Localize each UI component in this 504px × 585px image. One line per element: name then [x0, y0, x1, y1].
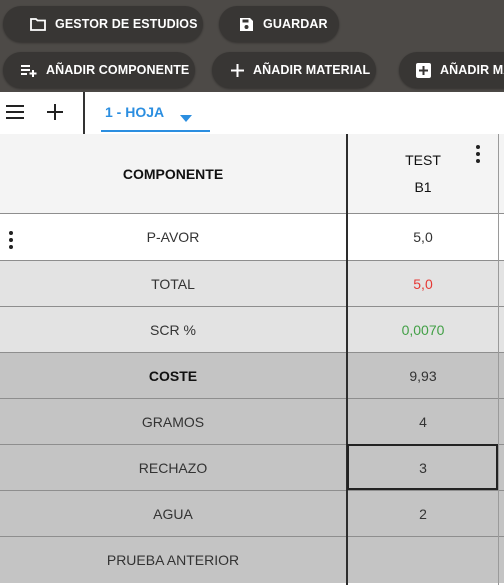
table-row: GRAMOS 4 [0, 399, 504, 445]
column-divider-right [498, 134, 499, 585]
tab-sheet-1[interactable]: 1 - HOJA [101, 92, 210, 132]
table-row: TOTAL 5,0 [0, 261, 504, 307]
value-cell[interactable] [348, 537, 498, 583]
anadir-ma-label: AÑADIR MA [440, 63, 504, 77]
header-test-subtitle: B1 [414, 179, 432, 195]
add-box-icon [416, 62, 431, 78]
table-row: P-AVOR 5,0 [0, 214, 504, 261]
row-label: PRUEBA ANTERIOR [106, 552, 240, 568]
tab-divider [83, 92, 85, 134]
column-divider [346, 134, 348, 585]
value-cell[interactable]: 2 [348, 491, 498, 536]
header-test-title: TEST [405, 152, 441, 168]
anadir-componente-button[interactable]: AÑADIR COMPONENTE [3, 52, 195, 88]
selected-cell-outline [347, 444, 498, 490]
row-label: RECHAZO [138, 459, 208, 476]
row-label: SCR % [150, 321, 196, 338]
plus-icon [231, 63, 244, 77]
row-label: AGUA [153, 505, 193, 522]
guardar-label: GUARDAR [263, 17, 328, 31]
anadir-ma-button[interactable]: AÑADIR MA [399, 52, 504, 88]
menu-icon[interactable] [6, 105, 24, 124]
row-label: TOTAL [151, 275, 195, 292]
gestor-estudios-button[interactable]: GESTOR DE ESTUDIOS [3, 6, 203, 42]
save-icon [239, 17, 254, 32]
header-componente: COMPONENTE [122, 165, 224, 182]
row-label: COSTE [148, 367, 198, 384]
gestor-estudios-label: GESTOR DE ESTUDIOS [55, 17, 198, 31]
grid-header-row: COMPONENTE TEST B1 [0, 134, 504, 214]
anadir-material-label: AÑADIR MATERIAL [253, 63, 371, 77]
tab-sheet-label: 1 - HOJA [105, 104, 165, 120]
value-cell[interactable]: 9,93 [348, 353, 498, 398]
column-more-icon[interactable] [476, 145, 480, 163]
component-grid: COMPONENTE TEST B1 P-AVOR 5,0 TOTAL 5,0 SCR … [0, 134, 504, 585]
sheet-tab-bar: 1 - HOJA [0, 92, 504, 134]
caret-down-icon[interactable] [180, 109, 192, 127]
row-label: P-AVOR [146, 229, 200, 245]
add-sheet-icon[interactable] [47, 104, 63, 125]
anadir-componente-label: AÑADIR COMPONENTE [46, 63, 190, 77]
value-cell[interactable]: 0,0070 [348, 307, 498, 352]
table-row: COSTE 9,93 [0, 353, 504, 399]
table-row: SCR % 0,0070 [0, 307, 504, 353]
playlist-add-icon [21, 64, 37, 77]
table-row: AGUA 2 [0, 491, 504, 537]
folder-icon [30, 17, 46, 31]
guardar-button[interactable]: GUARDAR [219, 6, 339, 42]
value-cell[interactable]: 5,0 [348, 261, 498, 306]
toolbar: GESTOR DE ESTUDIOS GUARDAR AÑADIR COMPON… [0, 0, 504, 92]
anadir-material-button[interactable]: AÑADIR MATERIAL [212, 52, 376, 88]
row-more-icon[interactable] [9, 231, 13, 249]
table-row: PRUEBA ANTERIOR [0, 537, 504, 583]
row-label: GRAMOS [141, 413, 205, 430]
value-cell[interactable]: 5,0 [348, 214, 498, 260]
value-cell[interactable]: 4 [348, 399, 498, 444]
